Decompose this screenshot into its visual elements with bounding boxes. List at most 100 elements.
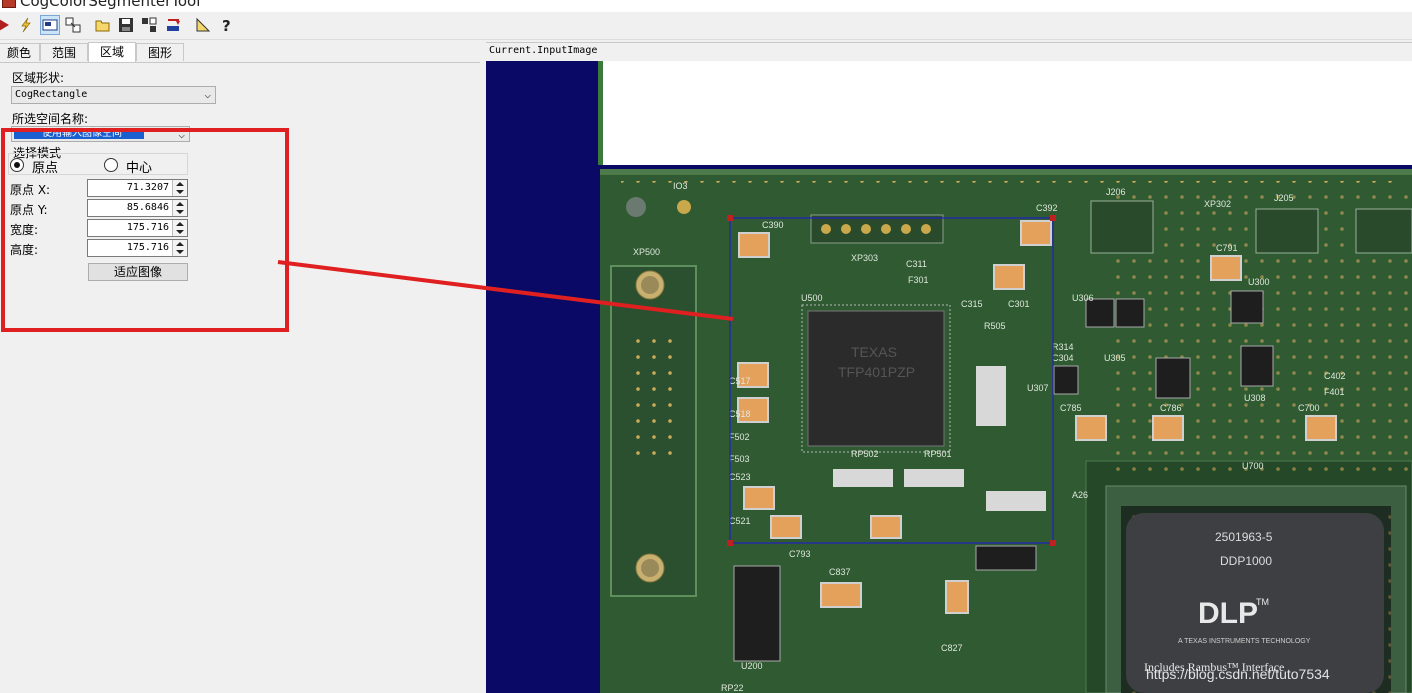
field-label-origin-x: 原点 X: xyxy=(10,183,51,197)
label-f301: F301 xyxy=(908,275,929,285)
chevron-down-icon: ⌵ xyxy=(204,88,211,101)
label-c793: C793 xyxy=(789,549,811,559)
tab-graphics[interactable]: 图形 xyxy=(136,43,184,61)
lightning-icon[interactable] xyxy=(16,15,36,35)
dlp-model: DDP1000 xyxy=(1220,554,1272,568)
label-r314: R314 xyxy=(1052,342,1074,352)
label-u300: U300 xyxy=(1248,277,1270,287)
display-caption: Current.InputImage xyxy=(489,45,598,56)
tab-strip: 颜色 范围 区域 图形 xyxy=(0,42,480,63)
label-c785: C785 xyxy=(1060,403,1082,413)
field-label-height: 高度: xyxy=(10,243,39,257)
spinner[interactable] xyxy=(172,240,187,256)
tab-color[interactable]: 颜色 xyxy=(0,43,40,61)
window-title: CogColorSegmenterTool xyxy=(20,0,201,10)
height-input[interactable]: 175.716 xyxy=(87,239,188,257)
help-icon[interactable]: ? xyxy=(216,15,236,35)
reset-icon[interactable] xyxy=(139,15,159,35)
run-icon[interactable] xyxy=(0,15,14,35)
link-icon[interactable] xyxy=(63,15,83,35)
shape-label: 区域形状: xyxy=(12,71,65,85)
chevron-down-icon: ⌵ xyxy=(178,128,185,141)
label-u700: U700 xyxy=(1242,461,1264,471)
display-header: Current.InputImage xyxy=(486,42,1412,63)
dlp-trademark: TM xyxy=(1256,597,1269,607)
chip-line-1: TEXAS xyxy=(851,344,897,360)
label-rp22: RP22 xyxy=(721,683,744,693)
load-image-icon[interactable] xyxy=(163,15,183,35)
label-r505: R505 xyxy=(984,321,1006,331)
label-j206: J206 xyxy=(1106,187,1126,197)
label-io3: IO3 xyxy=(673,181,688,191)
label-c837: C837 xyxy=(829,567,851,577)
label-f503: F503 xyxy=(729,454,750,464)
label-c523: C523 xyxy=(729,472,751,482)
title-bar: CogColorSegmenterTool xyxy=(0,0,1412,12)
radio-origin[interactable] xyxy=(10,158,24,172)
origin-x-value: 71.3207 xyxy=(126,182,169,193)
space-label: 所选空间名称: xyxy=(12,112,89,126)
display-icon[interactable] xyxy=(40,15,60,35)
label-u306: U306 xyxy=(1072,293,1094,303)
label-c517: C517 xyxy=(729,376,751,386)
label-f502: F502 xyxy=(729,432,750,442)
radio-origin-label: 原点 xyxy=(32,161,59,176)
label-c390: C390 xyxy=(762,220,784,230)
label-c304: C304 xyxy=(1052,353,1074,363)
label-c827: C827 xyxy=(941,643,963,653)
origin-y-value: 85.6846 xyxy=(126,202,169,213)
spinner[interactable] xyxy=(172,180,187,196)
label-xp500: XP500 xyxy=(633,247,660,257)
label-xp302: XP302 xyxy=(1204,199,1231,209)
label-c518: C518 xyxy=(729,409,751,419)
label-u308: U308 xyxy=(1244,393,1266,403)
label-c700: C700 xyxy=(1298,403,1320,413)
fit-image-button[interactable]: 适应图像 xyxy=(88,263,188,281)
tab-region[interactable]: 区域 xyxy=(88,42,136,62)
dlp-ti-line: A TEXAS INSTRUMENTS TECHNOLOGY xyxy=(1178,638,1311,645)
svg-text:?: ? xyxy=(222,17,231,33)
label-u200: U200 xyxy=(741,661,763,671)
pcb-image: TEXAS TFP401PZP 2501963-5 DDP1000 DLP TM… xyxy=(598,61,1412,693)
spinner[interactable] xyxy=(172,200,187,216)
label-c791: C791 xyxy=(1216,243,1238,253)
label-c315: C315 xyxy=(961,299,983,309)
region-panel: 区域形状: CogRectangle ⌵ 所选空间名称: 使用输入图像空间 ⌵ … xyxy=(0,63,484,693)
shape-select-value: CogRectangle xyxy=(15,89,88,100)
dlp-logo: DLP xyxy=(1198,597,1258,630)
watermark: https://blog.csdn.net/tuto7534 xyxy=(1146,666,1330,682)
label-u500: U500 xyxy=(801,293,823,303)
radio-center[interactable] xyxy=(104,158,118,172)
label-a26: A26 xyxy=(1072,490,1088,500)
shape-select[interactable]: CogRectangle ⌵ xyxy=(11,86,216,104)
origin-y-input[interactable]: 85.6846 xyxy=(87,199,188,217)
label-rp501: RP501 xyxy=(924,449,952,459)
radio-center-label: 中心 xyxy=(126,161,153,176)
width-input[interactable]: 175.716 xyxy=(87,219,188,237)
height-value: 175.716 xyxy=(126,242,169,253)
dlp-part-number: 2501963-5 xyxy=(1215,530,1273,544)
field-label-origin-y: 原点 Y: xyxy=(10,203,48,217)
label-rp502: RP502 xyxy=(851,449,879,459)
app-icon xyxy=(2,0,16,8)
image-display[interactable]: TEXAS TFP401PZP 2501963-5 DDP1000 DLP TM… xyxy=(486,61,1412,693)
label-c311: C311 xyxy=(906,259,927,269)
label-c521: C521 xyxy=(729,516,751,526)
save-icon[interactable] xyxy=(116,15,136,35)
label-c392: C392 xyxy=(1036,203,1058,213)
open-icon[interactable] xyxy=(93,15,113,35)
chip-line-2: TFP401PZP xyxy=(838,364,915,380)
label-c301: C301 xyxy=(1008,299,1030,309)
tab-range[interactable]: 范围 xyxy=(40,43,88,61)
space-select[interactable]: 使用输入图像空间 ⌵ xyxy=(11,126,190,142)
toolbar: ? xyxy=(0,13,1412,40)
space-select-value: 使用输入图像空间 xyxy=(42,128,122,139)
label-c402: C402 xyxy=(1324,371,1346,381)
label-xp303: XP303 xyxy=(851,253,878,263)
width-value: 175.716 xyxy=(126,222,169,233)
origin-x-input[interactable]: 71.3207 xyxy=(87,179,188,197)
measure-icon[interactable] xyxy=(193,15,213,35)
spinner[interactable] xyxy=(172,220,187,236)
label-j205: J205 xyxy=(1274,193,1294,203)
field-label-width: 宽度: xyxy=(10,223,39,237)
